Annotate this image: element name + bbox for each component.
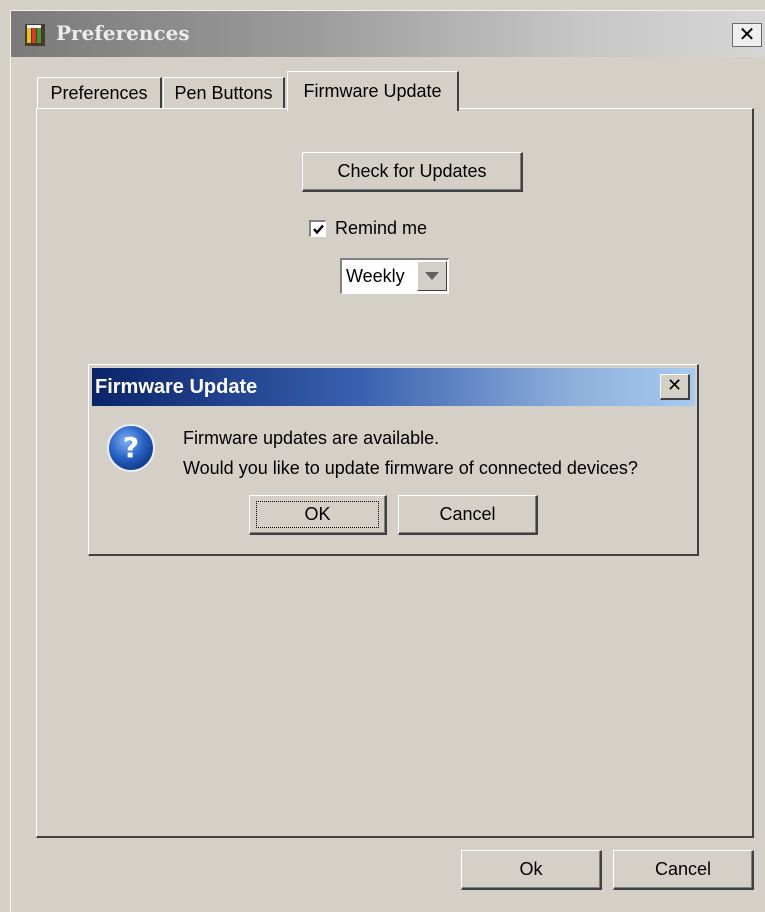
tab-firmware-update[interactable]: Firmware Update [287,71,459,111]
preferences-titlebar[interactable]: Preferences ✕ [11,11,765,57]
dropdown-selected-value: Weekly [346,266,405,286]
dialog-titlebar[interactable]: Firmware Update ✕ [92,368,695,406]
ok-button[interactable]: Ok [461,850,602,890]
question-icon: ? [106,423,156,473]
dialog-cancel-button[interactable]: Cancel [398,495,538,535]
tab-preferences[interactable]: Preferences [37,77,162,109]
svg-text:?: ? [123,431,139,464]
checkmark-icon [313,224,324,235]
tab-pen-buttons[interactable]: Pen Buttons [163,77,285,109]
dialog-close-icon[interactable]: ✕ [660,374,690,400]
check-for-updates-button[interactable]: Check for Updates [302,152,523,192]
cancel-button[interactable]: Cancel [613,850,754,890]
focus-ring [256,501,379,528]
chevron-down-icon [425,272,439,280]
dialog-title: Firmware Update [95,376,258,398]
reminder-frequency-dropdown[interactable]: Weekly [340,258,449,294]
remind-me-checkbox[interactable] [309,220,326,237]
window-title: Preferences [56,21,190,45]
dropdown-arrow-button[interactable] [417,261,447,291]
dialog-message-line-2: Would you like to update firmware of con… [183,458,638,478]
dialog-ok-button[interactable]: OK [249,495,387,535]
firmware-update-dialog: Firmware Update ✕ ? Firmware updates are… [88,364,699,556]
app-icon [25,24,45,46]
close-icon[interactable]: ✕ [732,23,762,47]
dialog-message-line-1: Firmware updates are available. [183,428,440,448]
remind-me-label: Remind me [335,218,428,238]
